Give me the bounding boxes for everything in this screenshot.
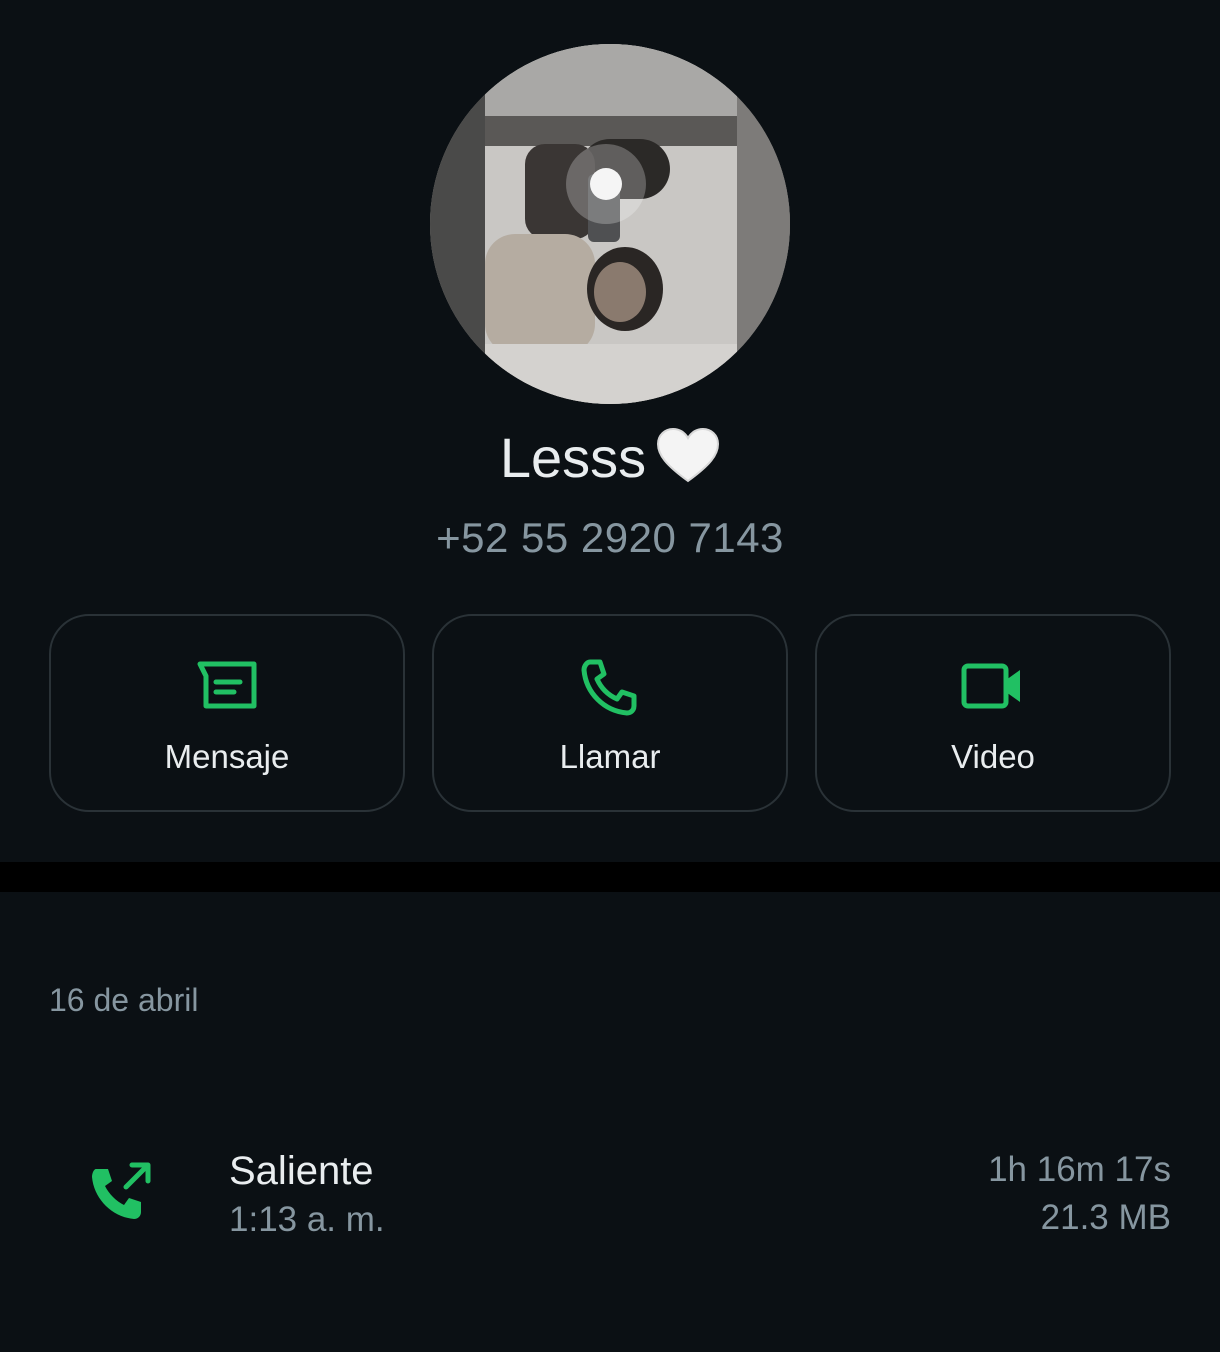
section-divider xyxy=(0,862,1220,892)
call-entry[interactable]: Saliente 1:13 a. m. 1h 16m 17s 21.3 MB xyxy=(0,1137,1220,1247)
message-button-label: Mensaje xyxy=(164,738,290,775)
call-type: Saliente xyxy=(229,1149,374,1193)
contact-profile: Lesss +52 55 2920 7143 Mensaje Llamar Vi… xyxy=(0,0,1220,862)
call-date: 16 de abril xyxy=(49,982,199,1018)
call-history: 16 de abril Saliente 1:13 a. m. 1h 16m 1… xyxy=(0,892,1220,1352)
video-button-label: Video xyxy=(951,738,1035,775)
avatar[interactable] xyxy=(430,44,790,404)
white-heart-icon xyxy=(656,424,720,504)
outgoing-call-icon xyxy=(88,1157,154,1223)
contact-phone: +52 55 2920 7143 xyxy=(436,514,784,561)
video-button[interactable]: Video xyxy=(815,614,1171,812)
video-icon xyxy=(961,663,1020,709)
call-data-size: 21.3 MB xyxy=(1040,1198,1171,1237)
contact-name-text: Lesss xyxy=(499,426,647,489)
call-time: 1:13 a. m. xyxy=(229,1200,385,1239)
phone-icon xyxy=(581,659,637,716)
call-duration: 1h 16m 17s xyxy=(988,1150,1171,1189)
message-button[interactable]: Mensaje xyxy=(49,614,405,812)
avatar-photo xyxy=(430,44,790,404)
message-icon xyxy=(197,661,257,709)
call-button[interactable]: Llamar xyxy=(432,614,788,812)
contact-name: Lesss xyxy=(0,418,1220,504)
call-button-label: Llamar xyxy=(559,738,661,775)
